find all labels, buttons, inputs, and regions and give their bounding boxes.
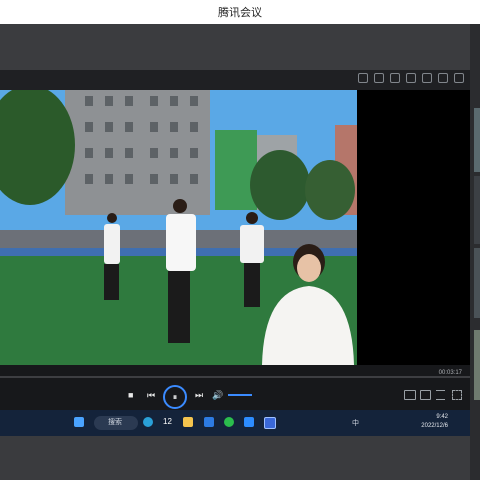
playback-controls: ■ ⏮ ⏸ ⏭ 🔊 (0, 382, 470, 410)
ime-indicator[interactable]: 中 (352, 418, 359, 428)
volume-icon[interactable]: 🔊 (212, 390, 223, 400)
back-icon[interactable] (406, 73, 416, 83)
windows-taskbar: 搜索 12 中 9:42 2022/12/6 (0, 410, 470, 436)
system-clock[interactable]: 9:42 2022/12/6 (421, 413, 448, 431)
wechat-icon[interactable] (224, 417, 234, 427)
minimize-icon[interactable] (422, 73, 432, 83)
video-player[interactable]: 00:03:17 ■ ⏮ ⏸ ⏭ 🔊 (0, 70, 470, 410)
volume-slider[interactable] (228, 394, 252, 396)
clock-date: 2022/12/6 (421, 423, 448, 429)
video-letterbox (357, 90, 470, 365)
meeting-top-strip (0, 24, 470, 70)
play-pause-button[interactable]: ⏸ (163, 385, 187, 409)
shield-icon[interactable] (358, 73, 368, 83)
share-icon[interactable] (420, 390, 431, 400)
restore-icon[interactable] (438, 73, 448, 83)
start-icon[interactable] (74, 417, 84, 427)
next-button[interactable]: ⏭ (195, 390, 203, 400)
player-app-icon[interactable] (264, 417, 276, 429)
quality-icon[interactable] (404, 390, 416, 400)
video-frame (0, 90, 357, 365)
participant-thumbnail[interactable] (474, 108, 480, 172)
meeting-icon[interactable] (244, 417, 254, 427)
settings-icon[interactable] (436, 390, 445, 400)
close-icon[interactable] (454, 73, 464, 83)
folder-icon[interactable] (183, 417, 193, 427)
player-toolbar (0, 70, 470, 90)
lock-icon[interactable] (374, 73, 384, 83)
fullscreen-icon[interactable] (452, 390, 462, 400)
edge-icon[interactable] (143, 417, 153, 427)
stop-button[interactable]: ■ (128, 390, 133, 400)
previous-button[interactable]: ⏮ (147, 390, 155, 400)
app-icon[interactable] (204, 417, 214, 427)
participant-thumbnail[interactable] (474, 330, 480, 400)
clock-time: 9:42 (436, 414, 448, 420)
app-counter[interactable]: 12 (163, 417, 172, 426)
progress-bar[interactable] (0, 376, 470, 378)
dancer-left (104, 213, 120, 300)
meeting-bottom-area (0, 436, 470, 480)
search-box[interactable]: 搜索 (94, 416, 138, 430)
participant-thumbnail[interactable] (474, 176, 480, 244)
participant-thumbnail[interactable] (474, 248, 480, 318)
window-title: 腾讯会议 (0, 0, 480, 24)
pin-icon[interactable] (390, 73, 400, 83)
